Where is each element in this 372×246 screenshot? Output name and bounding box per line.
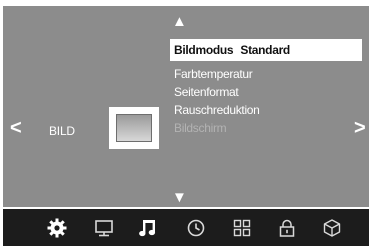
bottom-menu-bar [3, 209, 369, 246]
menu-item-value: Standard [240, 43, 290, 57]
menu-item-label: Rauschreduktion [174, 103, 260, 117]
music-note-icon[interactable] [137, 217, 159, 239]
up-arrow-icon[interactable]: ▲ [172, 12, 187, 32]
menu-item-label: Seitenformat [174, 85, 239, 99]
picture-monitor-icon[interactable] [93, 217, 115, 239]
options-grid-icon[interactable] [231, 217, 253, 239]
settings-gear-icon[interactable] [46, 217, 68, 239]
menu-item-label: Bildmodus [174, 43, 234, 57]
menu-item-rauschreduktion[interactable]: Rauschreduktion [170, 101, 260, 119]
down-arrow-icon[interactable]: ▼ [172, 188, 187, 208]
clock-icon[interactable] [185, 217, 207, 239]
menu-item-label: Bildschirm [174, 121, 227, 135]
left-arrow-icon[interactable]: < [10, 118, 22, 138]
menu-item-label: Farbtemperatur [174, 67, 253, 81]
tv-menu-screen: ▲ ▼ < > BILD Bildmodus Standard Farbtemp… [0, 0, 372, 246]
right-arrow-icon[interactable]: > [354, 118, 366, 138]
picture-icon [109, 107, 159, 149]
menu-item-seitenformat[interactable]: Seitenformat [170, 83, 239, 101]
category-label: BILD [49, 124, 75, 138]
menu-item-bildschirm: Bildschirm [170, 119, 227, 137]
lock-icon[interactable] [276, 217, 298, 239]
cube-icon[interactable] [321, 217, 343, 239]
menu-item-farbtemperatur[interactable]: Farbtemperatur [170, 65, 253, 83]
menu-item-bildmodus[interactable]: Bildmodus Standard [170, 39, 362, 61]
